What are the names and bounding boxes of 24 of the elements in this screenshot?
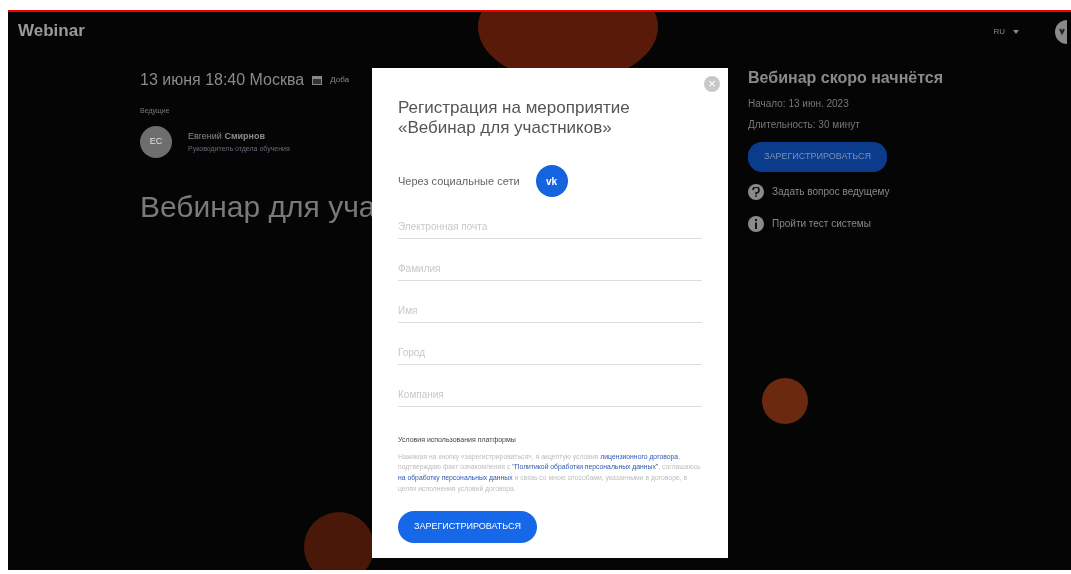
status-title: Вебинар скоро начнётся (748, 68, 945, 88)
start-date: Начало: 13 июн. 2023 (748, 97, 850, 111)
social-label: Через социальные сети (398, 173, 520, 189)
duration: Длительность: 30 минут (748, 118, 861, 132)
help-icon (748, 183, 764, 200)
decorative-blob (304, 512, 374, 570)
link-row[interactable]: Задать вопрос ведущему (748, 183, 1071, 200)
dialog-title: Регистрация на мероприятие «Вебинар для участников» (398, 98, 631, 138)
link-label: Пройти тест системы (772, 217, 871, 231)
calendar-icon (312, 74, 323, 85)
caret-icon[interactable] (1013, 30, 1019, 34)
event-datetime: 13 июня 18:40 Москва (140, 69, 305, 90)
link-row[interactable]: Пройти тест системы (748, 215, 1071, 232)
vk-login-button[interactable]: vk (535, 165, 568, 198)
info-icon (748, 215, 764, 232)
language-dropdown[interactable]: RU (993, 26, 1005, 38)
register-button[interactable]: ЗАРЕГИСТРИРОВАТЬСЯ (748, 142, 887, 172)
logo[interactable]: Webinar (18, 18, 85, 44)
presenter-name: Евгений Смирнов (188, 130, 267, 143)
link-label: Задать вопрос ведущему (772, 185, 890, 199)
presenter-avatar: ЕС (140, 126, 172, 158)
add-to-calendar-link[interactable]: Доба (330, 73, 350, 86)
decorative-blob (762, 378, 808, 424)
register-button[interactable]: ЗАРЕГИСТРИРОВАТЬСЯ (398, 511, 537, 543)
